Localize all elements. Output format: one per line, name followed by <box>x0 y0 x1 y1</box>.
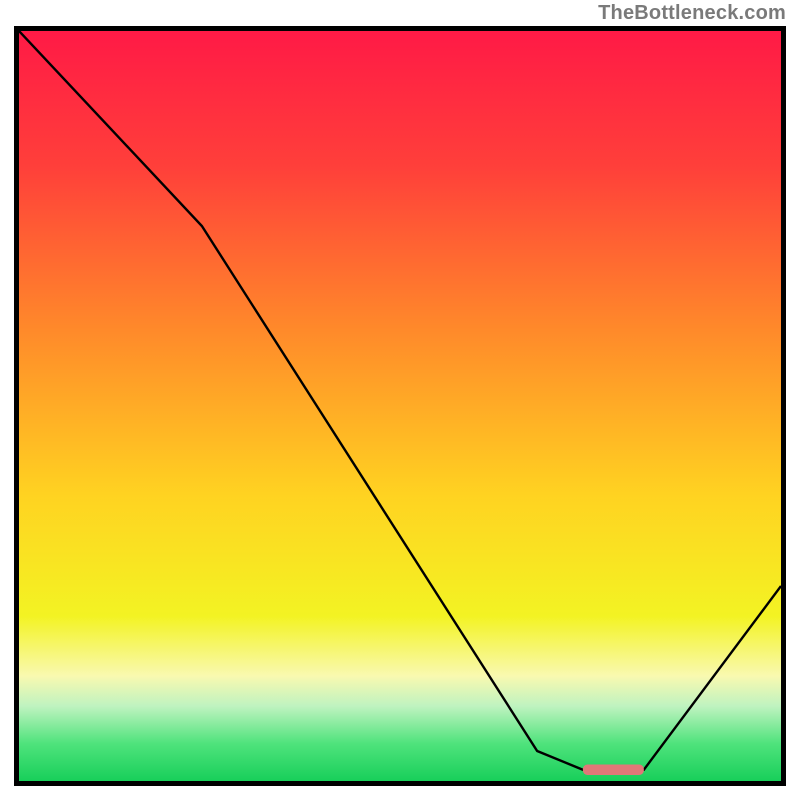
chart-root: { "attribution": "TheBottleneck.com", "c… <box>0 0 800 800</box>
optimal-range-marker <box>583 765 644 776</box>
plot-canvas <box>19 31 781 781</box>
gradient-area <box>19 31 781 781</box>
attribution-text: TheBottleneck.com <box>598 2 786 25</box>
